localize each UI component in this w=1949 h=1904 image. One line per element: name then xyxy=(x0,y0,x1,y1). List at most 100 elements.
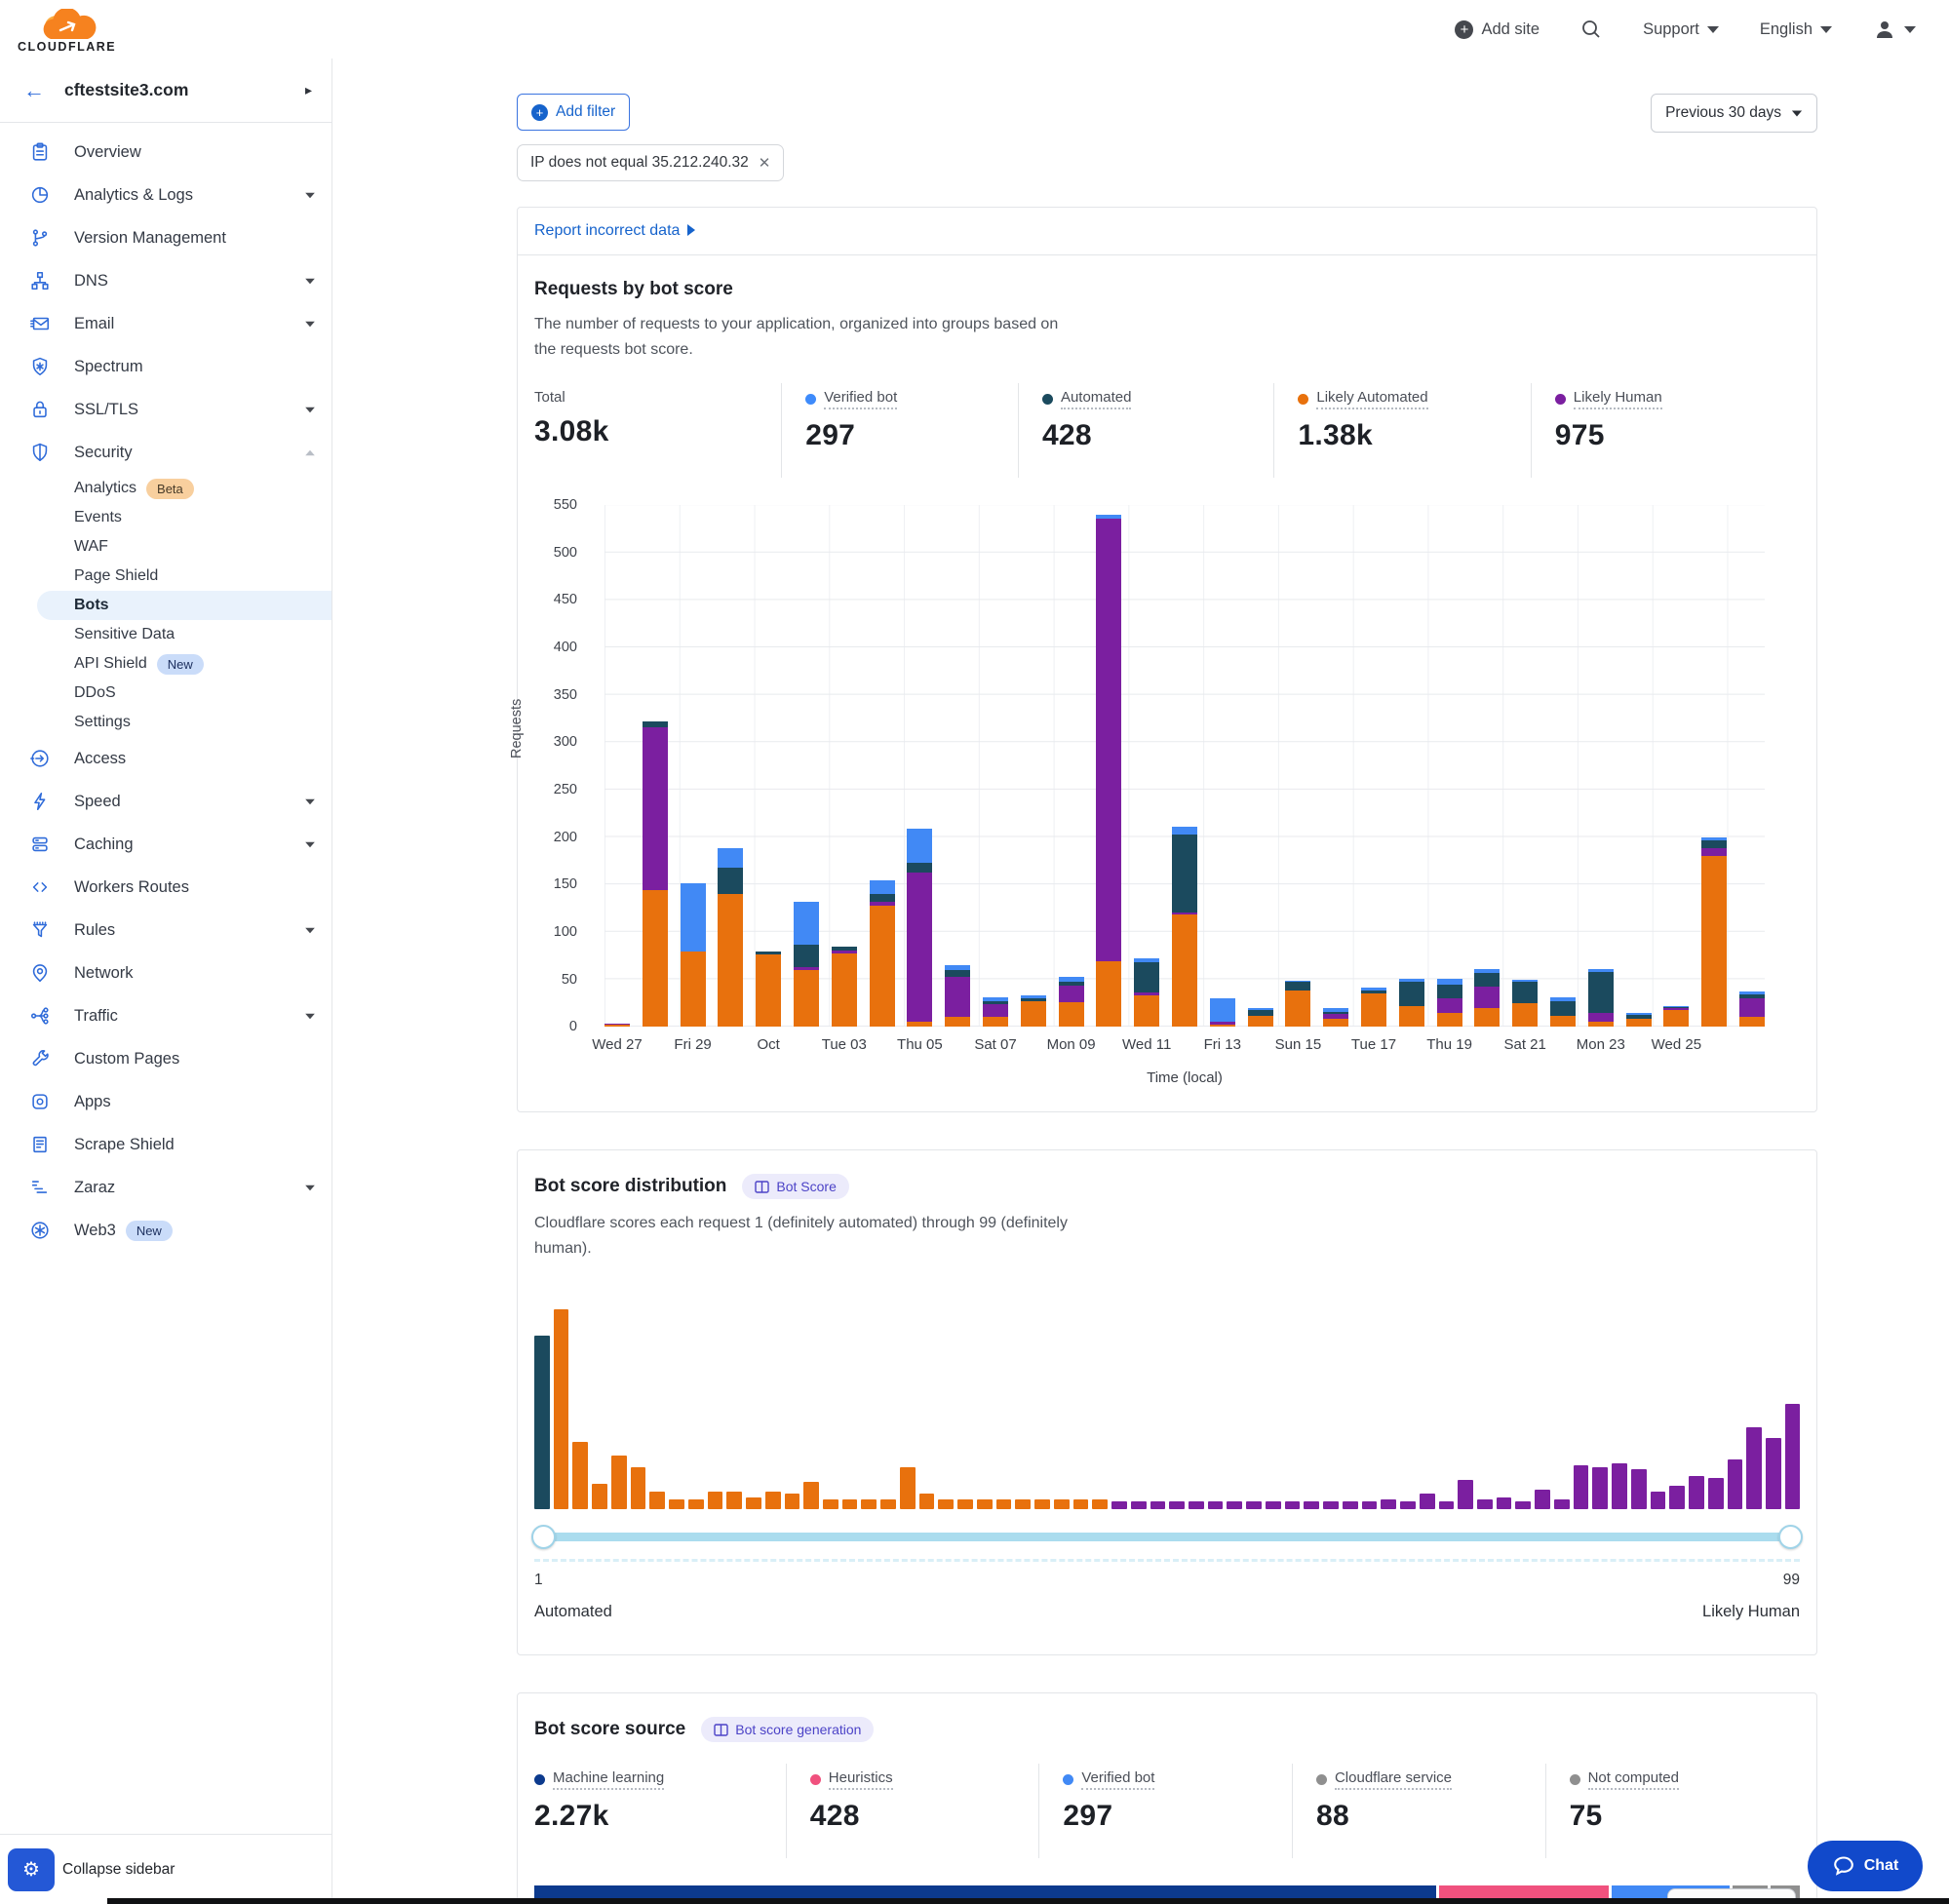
stacked-bar[interactable] xyxy=(1588,969,1614,1027)
histogram-bar[interactable] xyxy=(938,1499,954,1509)
sidebar-item-speed[interactable]: Speed xyxy=(0,780,331,823)
sidebar-item-ssl-tls[interactable]: SSL/TLS xyxy=(0,388,331,431)
histogram-bar[interactable] xyxy=(1208,1501,1224,1509)
stacked-bar[interactable] xyxy=(756,952,781,1027)
histogram-bar[interactable] xyxy=(1497,1497,1512,1509)
histogram-bar[interactable] xyxy=(688,1499,704,1509)
stacked-bar[interactable] xyxy=(1021,995,1046,1027)
histogram-bar[interactable] xyxy=(785,1494,800,1509)
sidebar-item-settings[interactable]: Settings xyxy=(0,708,331,737)
histogram-bar[interactable] xyxy=(534,1336,550,1509)
sidebar-item-waf[interactable]: WAF xyxy=(0,532,331,562)
histogram-bar[interactable] xyxy=(1189,1501,1204,1509)
stat-label-text[interactable]: Automated xyxy=(1061,389,1132,409)
histogram-bar[interactable] xyxy=(1535,1490,1550,1510)
stat-label-text[interactable]: Machine learning xyxy=(553,1769,664,1790)
stacked-bar[interactable] xyxy=(1172,827,1197,1027)
histogram-bar[interactable] xyxy=(669,1499,684,1509)
sidebar-item-bots[interactable]: Bots xyxy=(37,591,331,620)
histogram-bar[interactable] xyxy=(823,1499,838,1509)
gear-icon[interactable]: ⚙ xyxy=(8,1848,55,1891)
histogram-bar[interactable] xyxy=(1150,1501,1166,1509)
histogram-bar[interactable] xyxy=(1651,1492,1666,1509)
sidebar-item-dns[interactable]: DNS xyxy=(0,259,331,302)
sidebar-item-events[interactable]: Events xyxy=(0,503,331,532)
histogram-bar[interactable] xyxy=(1054,1499,1070,1509)
histogram-bar[interactable] xyxy=(1515,1501,1531,1509)
histogram-bar[interactable] xyxy=(1554,1499,1570,1509)
histogram-bar[interactable] xyxy=(1034,1499,1050,1509)
sidebar-item-page-shield[interactable]: Page Shield xyxy=(0,562,331,591)
stacked-bar[interactable] xyxy=(1323,1008,1348,1027)
sidebar-item-workers-routes[interactable]: Workers Routes xyxy=(0,866,331,909)
histogram-bar[interactable] xyxy=(1458,1480,1473,1510)
stacked-bar[interactable] xyxy=(1248,1008,1273,1027)
histogram-bar[interactable] xyxy=(861,1499,877,1509)
histogram-bar[interactable] xyxy=(765,1492,781,1509)
histogram-bar[interactable] xyxy=(957,1499,973,1509)
stacked-bar[interactable] xyxy=(1626,1013,1652,1028)
language-menu[interactable]: English xyxy=(1760,20,1832,39)
histogram-bar[interactable] xyxy=(1227,1501,1242,1509)
histogram-bar[interactable] xyxy=(1015,1499,1031,1509)
histogram-bar[interactable] xyxy=(1612,1463,1627,1509)
histogram-bar[interactable] xyxy=(996,1499,1012,1509)
stacked-bar[interactable] xyxy=(1550,997,1576,1027)
histogram-bar[interactable] xyxy=(1111,1501,1127,1509)
filter-chip[interactable]: IP does not equal 35.212.240.32 ✕ xyxy=(517,144,784,181)
sidebar-item-spectrum[interactable]: Spectrum xyxy=(0,345,331,388)
sidebar-item-web3[interactable]: Web3New xyxy=(0,1209,331,1252)
histogram-bar[interactable] xyxy=(1323,1501,1339,1509)
bot-score-generation-badge[interactable]: Bot score generation xyxy=(701,1717,874,1742)
collapse-sidebar-label[interactable]: Collapse sidebar xyxy=(62,1861,175,1879)
sidebar-item-email[interactable]: Email xyxy=(0,302,331,345)
histogram-bar[interactable] xyxy=(1343,1501,1358,1509)
support-menu[interactable]: Support xyxy=(1643,20,1719,39)
histogram-bar[interactable] xyxy=(1400,1501,1416,1509)
histogram-bar[interactable] xyxy=(1766,1438,1781,1510)
close-icon[interactable]: ✕ xyxy=(759,154,771,172)
histogram-bar[interactable] xyxy=(1073,1499,1089,1509)
histogram-bar[interactable] xyxy=(1131,1501,1147,1509)
bot-score-badge[interactable]: Bot Score xyxy=(742,1174,848,1199)
chevron-right-icon[interactable]: ▸ xyxy=(305,82,312,98)
histogram-bar[interactable] xyxy=(1266,1501,1281,1509)
sidebar-item-network[interactable]: Network xyxy=(0,952,331,994)
histogram-bar[interactable] xyxy=(1439,1501,1455,1509)
stacked-bar[interactable] xyxy=(681,883,706,1027)
histogram-bar[interactable] xyxy=(1746,1427,1762,1509)
histogram-bar[interactable] xyxy=(1092,1499,1108,1509)
sidebar-item-analytics-logs[interactable]: Analytics & Logs xyxy=(0,174,331,216)
histogram-bar[interactable] xyxy=(1477,1499,1493,1509)
histogram-bar[interactable] xyxy=(1631,1469,1647,1509)
back-arrow-icon[interactable]: ← xyxy=(23,78,45,103)
stacked-bar[interactable] xyxy=(604,1024,630,1027)
slider-handle-min[interactable] xyxy=(531,1525,556,1549)
cloudflare-logo[interactable]: CLOUDFLARE xyxy=(18,9,116,54)
histogram-bar[interactable] xyxy=(1574,1465,1589,1509)
stacked-bar[interactable] xyxy=(1512,980,1538,1028)
stacked-bar[interactable] xyxy=(1701,837,1727,1028)
histogram-bar[interactable] xyxy=(1304,1501,1319,1509)
histogram-bar[interactable] xyxy=(1708,1478,1724,1510)
stat-label-text[interactable]: Likely Automated xyxy=(1316,389,1427,409)
report-incorrect-data-link[interactable]: Report incorrect data xyxy=(534,222,680,239)
stat-label-text[interactable]: Verified bot xyxy=(824,389,897,409)
stat-label-text[interactable]: Likely Human xyxy=(1574,389,1662,409)
stacked-bar[interactable] xyxy=(1361,988,1386,1027)
histogram-bar[interactable] xyxy=(842,1499,858,1509)
sidebar-item-caching[interactable]: Caching xyxy=(0,823,331,866)
stacked-bar[interactable] xyxy=(983,997,1008,1027)
stacked-bar[interactable] xyxy=(1437,979,1462,1028)
account-menu[interactable] xyxy=(1873,18,1916,41)
stacked-bar[interactable] xyxy=(1474,969,1500,1027)
stacked-bar[interactable] xyxy=(1210,998,1235,1027)
sidebar-item-security[interactable]: Security xyxy=(0,431,331,474)
stacked-bar[interactable] xyxy=(1739,991,1765,1027)
histogram-bar[interactable] xyxy=(1381,1499,1396,1509)
histogram-bar[interactable] xyxy=(1285,1501,1301,1509)
stacked-bar[interactable] xyxy=(794,902,819,1027)
stacked-bar[interactable] xyxy=(945,965,970,1027)
add-site-button[interactable]: + Add site xyxy=(1455,20,1540,39)
histogram-bar[interactable] xyxy=(746,1497,761,1509)
